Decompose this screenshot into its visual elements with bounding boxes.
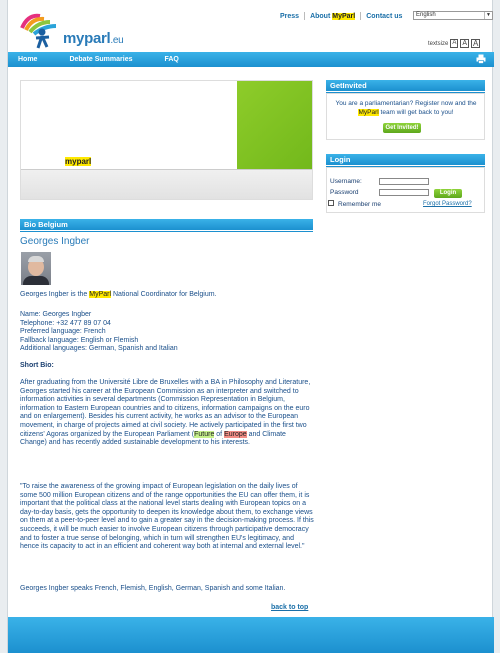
contact-fallback-language: Fallback language: English or Flemish — [20, 336, 139, 344]
bio-paragraph-pre: After graduating from the Université Lib… — [20, 379, 311, 438]
invite-pre: You are a parliamentarian? Register now … — [335, 100, 477, 107]
contact-name: Name: Georges Ingber — [20, 311, 92, 318]
intro-pre: Georges Ingber is the — [20, 291, 90, 298]
invite-myparl-highlight: MyParl — [358, 109, 379, 116]
nav-debate-summaries[interactable]: Debate Summaries — [69, 56, 132, 63]
photo-hair — [28, 256, 44, 262]
hero-banner: myparl — [20, 80, 313, 200]
forgot-password-link[interactable]: Forgot Password? — [423, 201, 472, 207]
get-invited-title: GetInvited — [326, 80, 485, 93]
banner-strip — [21, 169, 312, 199]
intro-myparl-highlight: MyParl — [89, 291, 112, 298]
back-to-top-link[interactable]: back to top — [271, 604, 308, 611]
get-invited-button[interactable]: Get Invited! — [383, 123, 421, 133]
login-button[interactable]: Login — [434, 189, 462, 198]
chevron-down-icon: ▼ — [484, 12, 492, 19]
bio-quote: "To raise the awareness of the growing i… — [20, 483, 314, 551]
myparl-logo[interactable]: myparl.eu — [16, 10, 176, 50]
contact-telephone: Telephone: +32 477 89 07 04 — [20, 319, 111, 327]
about-label: About — [310, 12, 331, 20]
future-highlight: Future — [194, 430, 215, 438]
divider — [360, 12, 362, 20]
remember-me-label: Remember me — [338, 201, 381, 208]
username-field[interactable] — [379, 178, 429, 185]
bio-paragraph: After graduating from the Université Lib… — [20, 379, 314, 448]
username-label: Username: — [330, 178, 362, 185]
textsize-medium-button[interactable]: A — [460, 39, 470, 48]
languages-line: Georges Ingber speaks French, Flemish, E… — [20, 585, 286, 592]
printer-icon[interactable] — [476, 54, 486, 64]
footer-bar — [8, 617, 494, 653]
divider — [304, 12, 306, 20]
nav-home[interactable]: Home — [18, 56, 37, 63]
password-label: Password — [330, 189, 359, 196]
about-myparl-link[interactable]: About MyParl — [310, 12, 356, 20]
invite-post: team will get back to you! — [378, 109, 454, 116]
banner-brand-text: myparl — [65, 157, 92, 166]
contact-us-link[interactable]: Contact us — [366, 13, 402, 20]
remember-me-checkbox[interactable] — [328, 200, 334, 206]
europe-highlight: Europe — [224, 430, 247, 438]
nav-faq[interactable]: FAQ — [164, 56, 178, 63]
bio-intro: Georges Ingber is the MyParl National Co… — [20, 291, 314, 300]
textsize-small-button[interactable]: A — [450, 39, 459, 48]
page-title: Georges Ingber — [20, 236, 90, 247]
photo-suit — [23, 276, 49, 285]
logo-wordmark: myparl.eu — [63, 30, 124, 47]
short-bio-heading-text: Short Bio: — [20, 362, 54, 369]
textsize-label: textsize — [428, 40, 449, 47]
logo-figure-icon — [20, 13, 57, 49]
banner-green-block — [237, 81, 312, 171]
banner-brand: myparl — [65, 157, 92, 166]
short-bio-heading: Short Bio: — [20, 362, 314, 371]
main-nav: Home Debate Summaries FAQ — [8, 52, 494, 67]
password-field[interactable] — [379, 189, 429, 196]
myparl-highlight: MyParl — [332, 12, 356, 20]
textsize-large-button[interactable]: A — [471, 39, 481, 48]
logo-text: myparl — [63, 30, 111, 47]
top-links: Press About MyParl Contact us — [280, 12, 402, 20]
contact-details: Name: Georges Ingber Telephone: +32 477 … — [20, 311, 314, 354]
get-invited-text: You are a parliamentarian? Register now … — [328, 99, 484, 117]
language-value: English — [416, 12, 436, 18]
contact-preferred-language: Preferred language: French — [20, 328, 106, 336]
bio-section-title: Bio Belgium — [20, 219, 313, 232]
press-link[interactable]: Press — [280, 13, 299, 20]
page: myparl.eu Press About MyParl Contact us … — [7, 0, 494, 653]
textsize-control: textsize A A A — [428, 39, 481, 48]
contact-additional-languages: Additional languages: German, Spanish an… — [20, 345, 178, 353]
logo-tld: .eu — [110, 35, 124, 46]
language-select[interactable]: English ▼ — [413, 11, 493, 20]
login-title: Login — [326, 154, 485, 167]
bio-paragraph-mid: of — [214, 430, 225, 438]
profile-photo — [21, 252, 51, 285]
intro-post: National Coordinator for Belgium. — [111, 291, 217, 298]
